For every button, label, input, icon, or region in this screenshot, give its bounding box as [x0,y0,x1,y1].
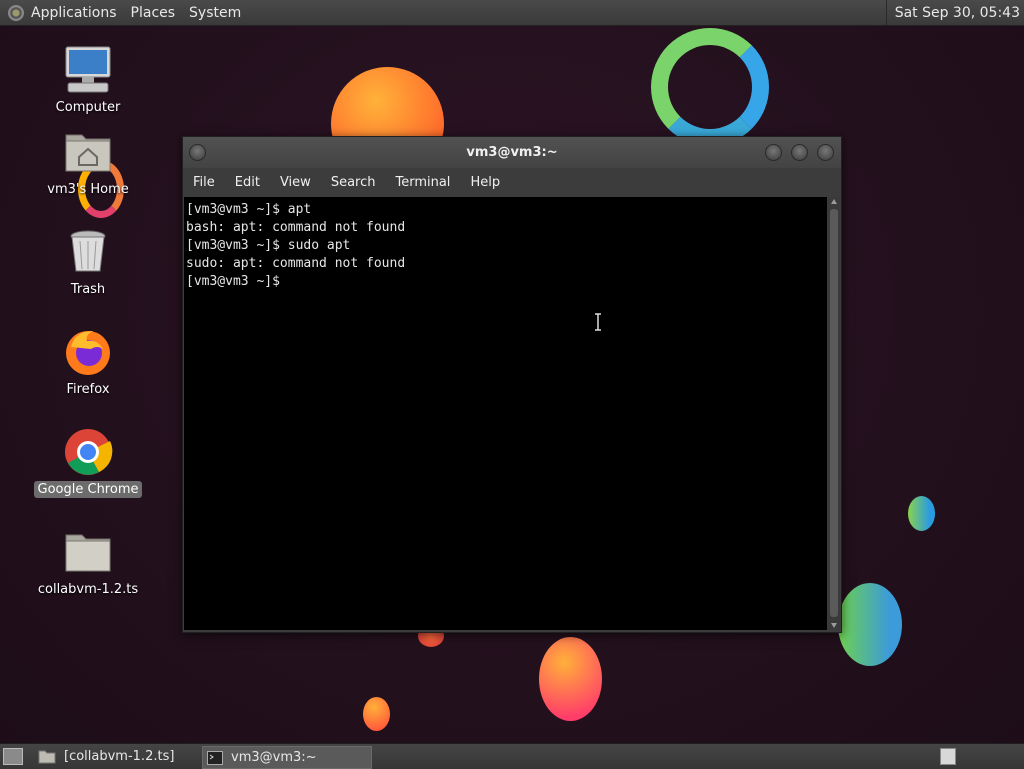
wallpaper-orb-green [838,583,902,666]
task-collabvm[interactable]: [collabvm-1.2.ts] [34,746,202,767]
desktop-icon-trash[interactable]: Trash [33,227,143,298]
folder-icon [63,527,113,577]
menu-terminal[interactable]: Terminal [385,175,460,190]
desktop-icon-label: Computer [55,100,121,115]
text-cursor-icon [595,313,601,331]
terminal-prompt-line: [vm3@vm3 ~]$ [186,274,288,289]
terminal-line: bash: apt: command not found [186,220,406,235]
terminal-line: [vm3@vm3 ~]$ sudo apt [186,238,351,253]
desktop-icon-collabvm[interactable]: collabvm-1.2.ts [33,527,143,598]
desktop-icon-label: Trash [70,282,106,297]
minimize-icon[interactable] [765,144,782,161]
wallpaper-ring [651,28,769,146]
home-folder-icon [63,127,113,177]
show-desktop-icon[interactable] [3,748,23,765]
desktop-icon-label: vm3's Home [47,182,129,197]
computer-icon [63,45,113,95]
menu-view[interactable]: View [270,175,321,190]
maximize-icon[interactable] [791,144,808,161]
gnome-foot-icon[interactable] [8,4,24,21]
menu-help[interactable]: Help [460,175,510,190]
menu-places[interactable]: Places [124,0,183,25]
task-label: [collabvm-1.2.ts] [64,749,175,764]
window-titlebar[interactable]: vm3@vm3:~ [183,137,841,168]
firefox-icon [63,327,113,377]
terminal-line: [vm3@vm3 ~]$ apt [186,202,312,217]
trash-icon [63,227,113,277]
folder-icon [38,750,56,763]
terminal-menubar: File Edit View Search Terminal Help [183,168,841,196]
desktop-icon-home[interactable]: vm3's Home [33,127,143,198]
terminal-line: sudo: apt: command not found [186,256,406,271]
menu-search[interactable]: Search [321,175,386,190]
desktop-icon-chrome[interactable]: Google Chrome [33,427,143,498]
close-icon[interactable] [817,144,834,161]
scroll-up-icon[interactable] [831,199,837,204]
chrome-icon [63,427,113,477]
scroll-down-icon[interactable] [831,623,837,628]
terminal-window[interactable]: vm3@vm3:~ File Edit View Search Terminal… [182,136,842,633]
menu-edit[interactable]: Edit [225,175,270,190]
task-label: vm3@vm3:~ [231,750,317,765]
wallpaper-orb-small [363,697,390,731]
window-menu-icon[interactable] [189,144,206,161]
task-terminal[interactable]: vm3@vm3:~ [202,746,372,769]
window-title: vm3@vm3:~ [466,145,558,160]
panel-clock[interactable]: Sat Sep 30, 05:43 [885,0,1020,25]
terminal-scrollbar[interactable] [828,197,840,630]
terminal-output[interactable]: [vm3@vm3 ~]$ apt bash: apt: command not … [184,197,827,630]
terminal-icon [207,750,223,765]
top-panel: Applications Places System Sat Sep 30, 0… [0,0,1024,26]
wallpaper-orb-lower [539,637,602,721]
wallpaper-orb-green-small [908,496,935,531]
desktop-icon-label: Firefox [66,382,110,397]
menu-applications[interactable]: Applications [24,0,124,25]
menu-file[interactable]: File [183,175,225,190]
desktop-icon-label: collabvm-1.2.ts [37,582,139,597]
desktop-icon-firefox[interactable]: Firefox [33,327,143,398]
desktop-icon-computer[interactable]: Computer [33,45,143,116]
menu-system[interactable]: System [182,0,248,25]
scrollbar-thumb[interactable] [830,209,838,617]
bottom-panel: [collabvm-1.2.ts] vm3@vm3:~ [0,743,1024,769]
desktop-icon-label: Google Chrome [33,481,143,498]
workspace-switcher-icon[interactable] [940,748,956,765]
